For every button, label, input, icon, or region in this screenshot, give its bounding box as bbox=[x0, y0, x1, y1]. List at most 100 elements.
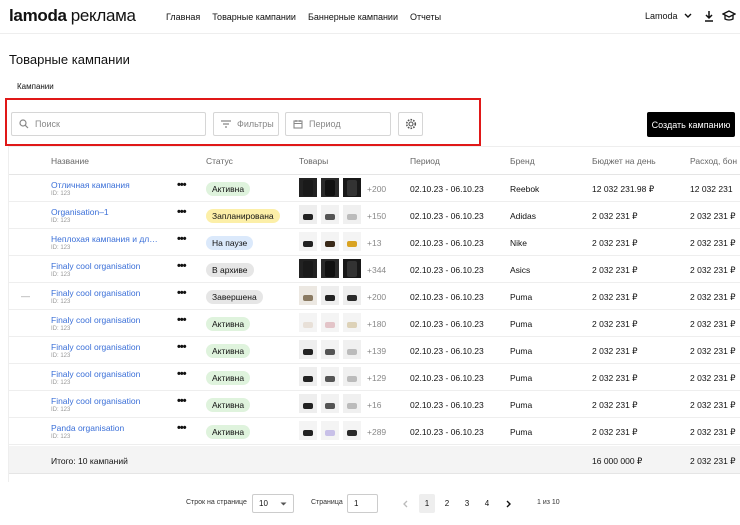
column-name[interactable]: Название bbox=[51, 156, 89, 166]
product-thumbnail[interactable] bbox=[343, 286, 361, 305]
table-row[interactable]: Finaly cool organisation ID: 123 ••• Акт… bbox=[9, 310, 740, 337]
column-products[interactable]: Товары bbox=[299, 156, 328, 166]
more-options-icon[interactable]: ••• bbox=[177, 395, 187, 407]
campaign-period: 02.10.23 - 06.10.23 bbox=[410, 427, 484, 437]
product-thumbnail[interactable] bbox=[343, 394, 361, 413]
account-selector[interactable]: Lamoda bbox=[645, 11, 692, 21]
product-thumbnail[interactable] bbox=[343, 340, 361, 359]
spend: 2 032 231 ₽ bbox=[690, 319, 736, 329]
more-options-icon[interactable]: ••• bbox=[177, 206, 187, 218]
product-thumbnail[interactable] bbox=[343, 259, 361, 278]
campaign-name-link[interactable]: Panda organisation bbox=[51, 423, 124, 433]
table-row[interactable]: Panda organisation ID: 123 ••• Активна +… bbox=[9, 418, 740, 445]
product-thumbnail[interactable] bbox=[299, 178, 317, 197]
campaign-name-link[interactable]: Finaly cool organisation bbox=[51, 315, 140, 325]
page-1[interactable]: 1 bbox=[419, 494, 435, 513]
product-thumbnail[interactable] bbox=[343, 313, 361, 332]
more-options-icon[interactable]: ••• bbox=[177, 233, 187, 245]
campaign-name-link[interactable]: Finaly cool organisation bbox=[51, 369, 140, 379]
product-thumbnail[interactable] bbox=[299, 259, 317, 278]
product-thumbnail[interactable] bbox=[321, 259, 339, 278]
nav-product-campaigns[interactable]: Товарные кампании bbox=[212, 12, 296, 22]
campaign-name-link[interactable]: Finaly cool organisation bbox=[51, 261, 140, 271]
more-options-icon[interactable]: ••• bbox=[177, 314, 187, 326]
campaign-brand: Adidas bbox=[510, 211, 536, 221]
page-4[interactable]: 4 bbox=[479, 494, 495, 513]
product-thumbnail[interactable] bbox=[299, 421, 317, 440]
campaign-name-link[interactable]: Отличная кампания bbox=[51, 180, 130, 190]
product-thumbnail[interactable] bbox=[321, 286, 339, 305]
nav-home[interactable]: Главная bbox=[166, 12, 200, 22]
product-thumbnail[interactable] bbox=[299, 313, 317, 332]
rows-per-page-select[interactable]: 10 bbox=[252, 494, 294, 513]
table-row[interactable]: — Finaly cool organisation ID: 123 ••• З… bbox=[9, 283, 740, 310]
settings-button[interactable] bbox=[398, 112, 423, 136]
product-thumbnail[interactable] bbox=[343, 178, 361, 197]
column-daily-budget[interactable]: Бюджет на день bbox=[592, 156, 656, 166]
campaign-name-link[interactable]: Organisation–1 bbox=[51, 207, 109, 217]
more-options-icon[interactable]: ••• bbox=[177, 422, 187, 434]
product-thumbnail[interactable] bbox=[299, 367, 317, 386]
daily-budget: 2 032 231 ₽ bbox=[592, 319, 638, 329]
product-thumbnail[interactable] bbox=[299, 232, 317, 251]
page-input[interactable]: 1 bbox=[347, 494, 378, 513]
campaign-name-link[interactable]: Неплохая кампания и длин... bbox=[51, 234, 161, 244]
product-thumbnail[interactable] bbox=[343, 367, 361, 386]
product-thumbnail[interactable] bbox=[321, 178, 339, 197]
main-nav: Главная Товарные кампании Баннерные камп… bbox=[166, 12, 441, 22]
more-products-count: +344 bbox=[367, 265, 387, 275]
more-options-icon[interactable]: ••• bbox=[177, 179, 187, 191]
product-thumbnail[interactable] bbox=[343, 205, 361, 224]
more-options-icon[interactable]: ••• bbox=[177, 260, 187, 272]
table-row[interactable]: Отличная кампания ID: 123 ••• Активна +2… bbox=[9, 175, 740, 202]
more-options-icon[interactable]: ••• bbox=[177, 341, 187, 353]
table-row[interactable]: Неплохая кампания и длин... ID: 123 ••• … bbox=[9, 229, 740, 256]
table-row[interactable]: Finaly cool organisation ID: 123 ••• Акт… bbox=[9, 391, 740, 418]
product-thumbnail[interactable] bbox=[299, 205, 317, 224]
product-thumbnail[interactable] bbox=[321, 313, 339, 332]
chevron-right-icon[interactable] bbox=[506, 500, 512, 508]
column-status[interactable]: Статус bbox=[206, 156, 233, 166]
spend: 12 032 231 bbox=[690, 184, 733, 194]
campaign-name-link[interactable]: Finaly cool organisation bbox=[51, 396, 140, 406]
column-spend[interactable]: Расход, бон bbox=[690, 156, 737, 166]
chevron-left-icon[interactable] bbox=[402, 500, 408, 508]
product-thumbnail[interactable] bbox=[321, 340, 339, 359]
filters-button[interactable]: Фильтры bbox=[213, 112, 279, 136]
daily-budget: 2 032 231 ₽ bbox=[592, 292, 638, 302]
logo[interactable]: lamoda реклама bbox=[9, 6, 136, 26]
education-icon[interactable] bbox=[722, 10, 736, 22]
column-brand[interactable]: Бренд bbox=[510, 156, 535, 166]
nav-reports[interactable]: Отчеты bbox=[410, 12, 441, 22]
column-period[interactable]: Период bbox=[410, 156, 440, 166]
table-row[interactable]: Finaly cool organisation ID: 123 ••• Акт… bbox=[9, 364, 740, 391]
page-3[interactable]: 3 bbox=[459, 494, 475, 513]
product-thumbnail[interactable] bbox=[321, 232, 339, 251]
table-row[interactable]: Finaly cool organisation ID: 123 ••• В а… bbox=[9, 256, 740, 283]
period-input[interactable]: Период bbox=[285, 112, 391, 136]
create-campaign-button[interactable]: Создать кампанию bbox=[647, 112, 735, 137]
campaign-name-link[interactable]: Finaly cool organisation bbox=[51, 288, 140, 298]
more-products-count: +180 bbox=[367, 319, 387, 329]
table-row[interactable]: Organisation–1 ID: 123 ••• Запланирована… bbox=[9, 202, 740, 229]
product-thumbnail[interactable] bbox=[321, 367, 339, 386]
product-thumbnail[interactable] bbox=[321, 205, 339, 224]
product-thumbnail[interactable] bbox=[299, 286, 317, 305]
download-icon[interactable] bbox=[703, 10, 715, 22]
tab-campaigns[interactable]: Кампании bbox=[17, 82, 54, 91]
product-thumbnail[interactable] bbox=[343, 232, 361, 251]
table-row[interactable]: Finaly cool organisation ID: 123 ••• Акт… bbox=[9, 337, 740, 364]
product-thumbnail[interactable] bbox=[299, 394, 317, 413]
product-thumbnail[interactable] bbox=[343, 421, 361, 440]
account-name: Lamoda bbox=[645, 11, 678, 21]
spend: 2 032 231 ₽ bbox=[690, 346, 736, 356]
search-input[interactable]: Поиск bbox=[11, 112, 206, 136]
campaign-name-link[interactable]: Finaly cool organisation bbox=[51, 342, 140, 352]
product-thumbnail[interactable] bbox=[321, 421, 339, 440]
more-options-icon[interactable]: ••• bbox=[177, 287, 187, 299]
page-2[interactable]: 2 bbox=[439, 494, 455, 513]
product-thumbnail[interactable] bbox=[299, 340, 317, 359]
more-options-icon[interactable]: ••• bbox=[177, 368, 187, 380]
nav-banner-campaigns[interactable]: Баннерные кампании bbox=[308, 12, 398, 22]
product-thumbnail[interactable] bbox=[321, 394, 339, 413]
